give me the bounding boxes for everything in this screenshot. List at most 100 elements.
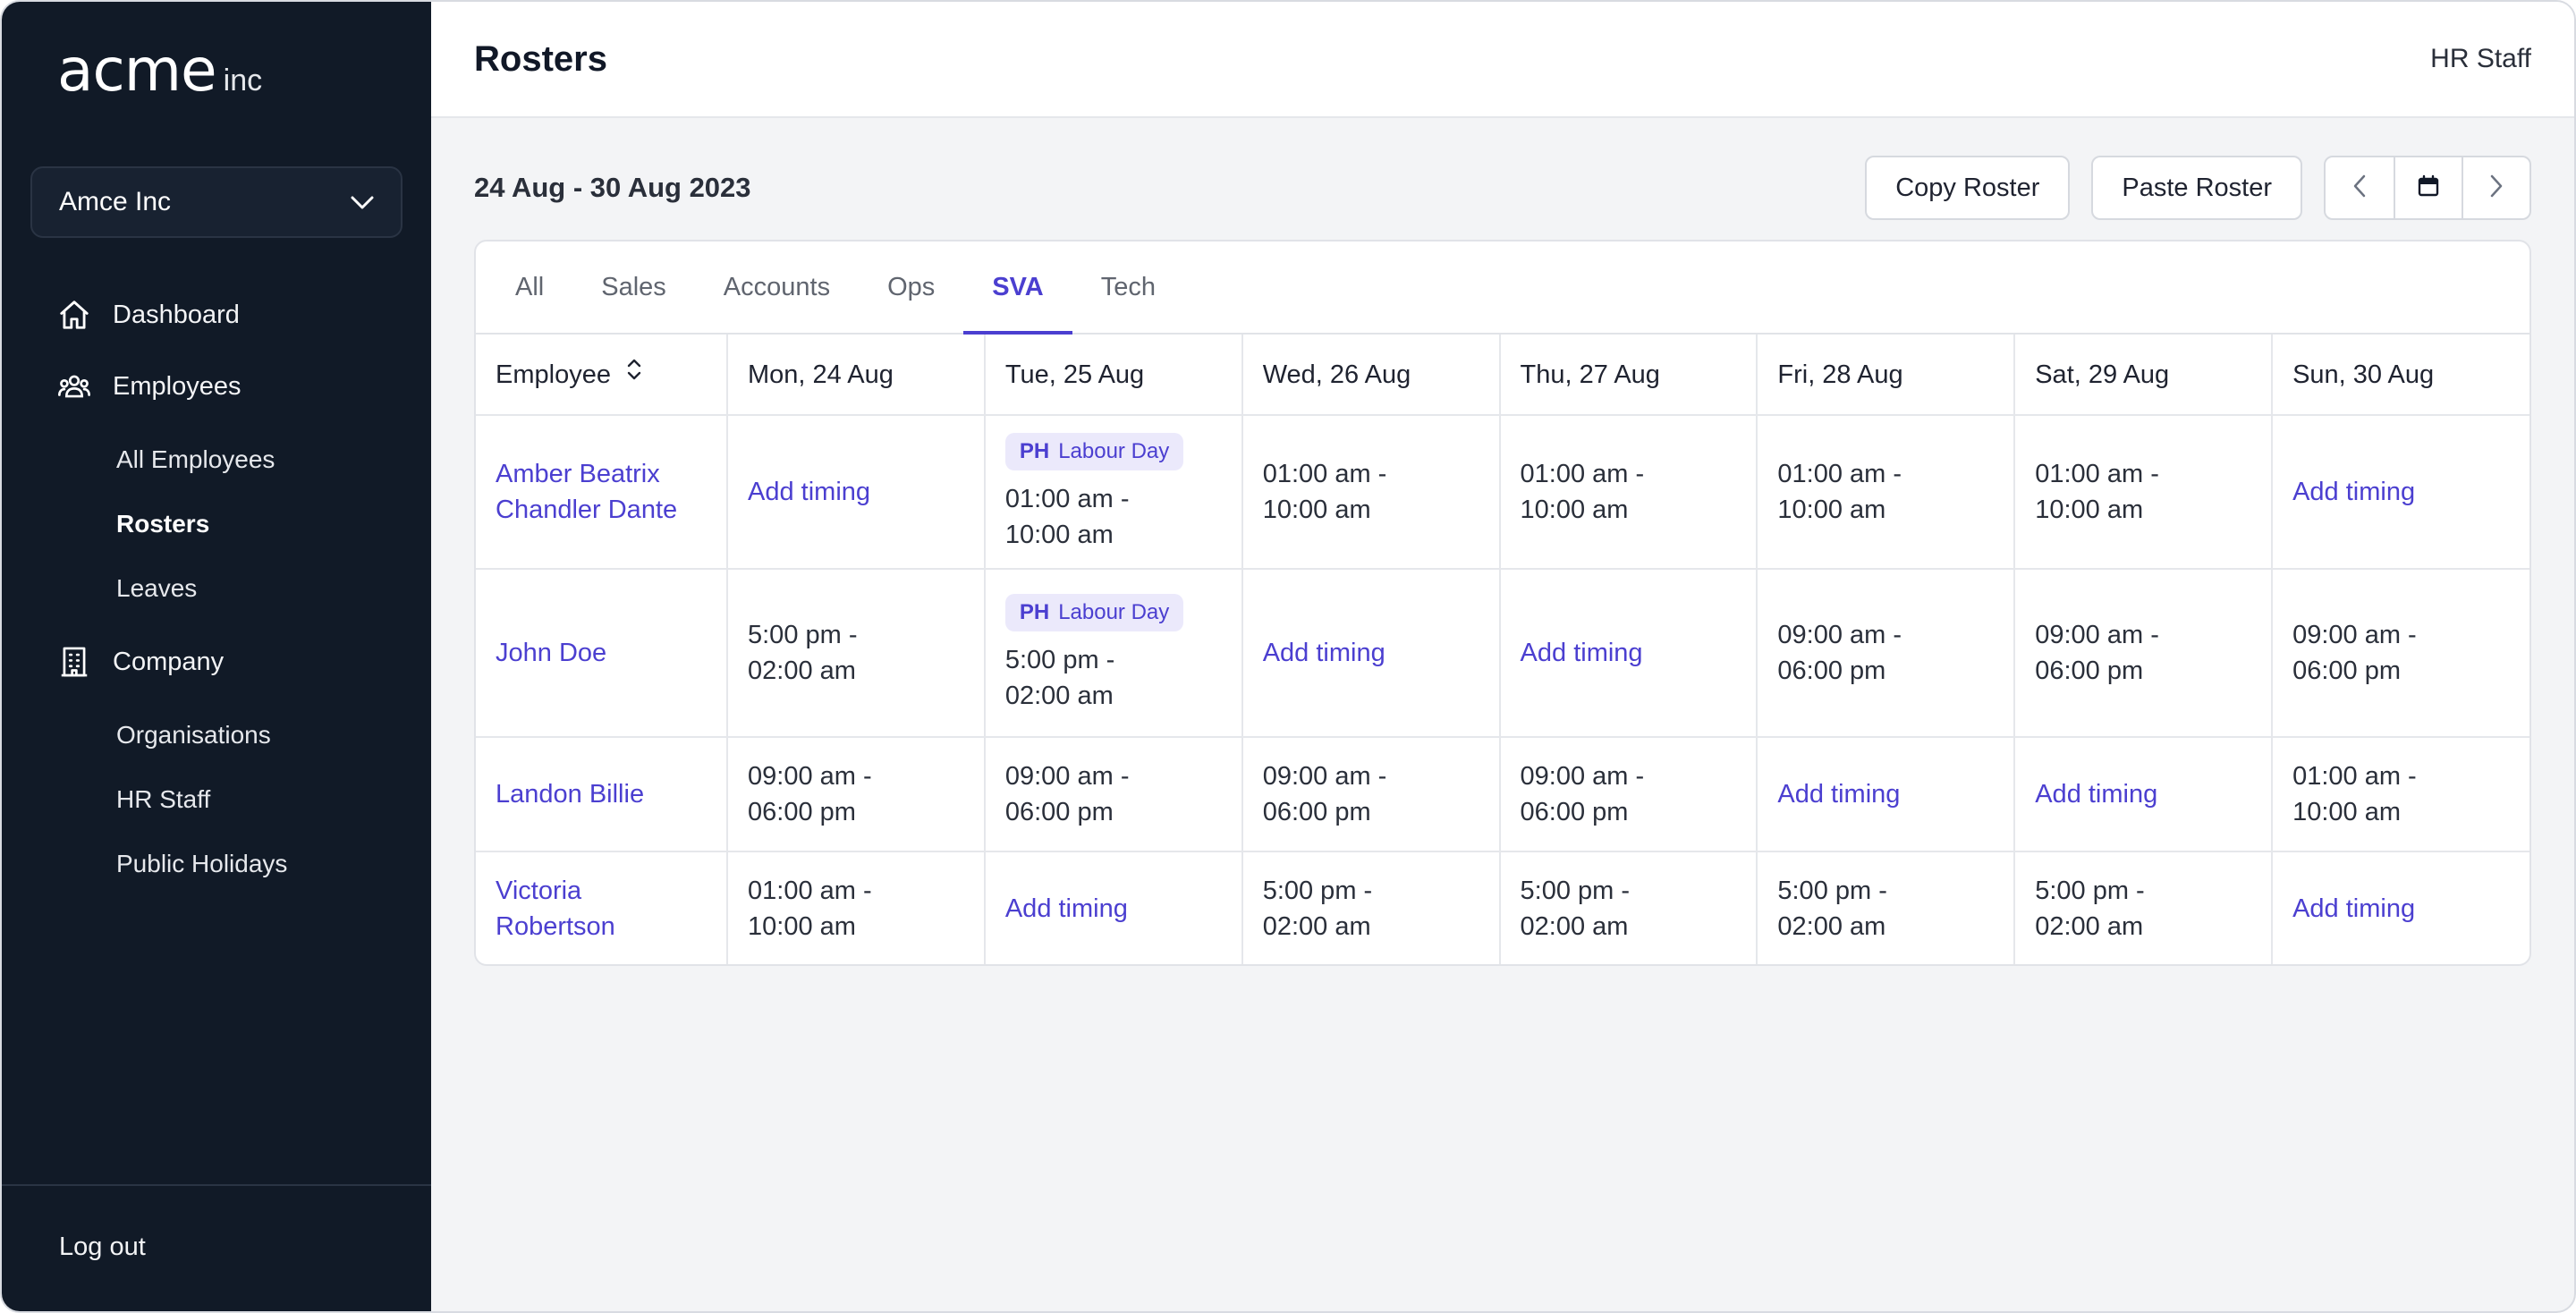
shift-end: 06:00 pm: [2035, 656, 2144, 685]
sidebar-item-rosters[interactable]: Rosters: [2, 492, 431, 556]
employee-name-link[interactable]: Landon Billie: [496, 780, 644, 809]
table-row: Landon Billie 09:00 am -06:00 pm 09:00 am …: [476, 737, 2529, 852]
shift-start: 09:00 am -: [1520, 762, 1645, 791]
shift-time[interactable]: 09:00 am - 06:00 pm: [1777, 621, 1902, 685]
shift-time[interactable]: 5:00 pm - 02:00 am: [1263, 877, 1373, 941]
calendar-icon: [2417, 174, 2440, 202]
shift-time[interactable]: 01:00 am - 10:00 am: [748, 877, 872, 941]
employee-name-link[interactable]: Victoria Robertson: [496, 877, 615, 941]
shift-start: 5:00 pm -: [1004, 645, 1115, 674]
next-week-button[interactable]: [2462, 157, 2529, 218]
sort-icon: [625, 356, 643, 393]
add-timing-link[interactable]: Add timing: [1263, 639, 1385, 667]
app-window: acme inc Amce Inc Dashboard Employees Al…: [0, 0, 2576, 1313]
employee-cell: Victoria Robertson: [476, 851, 728, 964]
shift-end: 06:00 pm: [1520, 798, 1629, 826]
tab-all[interactable]: All: [487, 241, 572, 333]
employee-name-line: Landon Billie: [496, 780, 645, 809]
day-column-header: Tue, 25 Aug: [984, 335, 1243, 416]
sidebar-item-dashboard[interactable]: Dashboard: [2, 279, 431, 351]
shift-time[interactable]: 5:00 pm - 02:00 am: [748, 621, 858, 685]
sidebar-item-hr-staff[interactable]: HR Staff: [2, 767, 431, 832]
shift-cell: Add timing: [2014, 737, 2274, 852]
sidebar-item-label: Company: [113, 647, 225, 676]
shift-time[interactable]: 5:00 pm - 02:00 am: [2035, 877, 2145, 941]
shift-time[interactable]: 09:00 am - 06:00 pm: [2035, 621, 2159, 685]
shift-time[interactable]: 09:00 am - 06:00 pm: [1005, 762, 1130, 826]
holiday-tag: PH: [1019, 438, 1050, 463]
paste-roster-button[interactable]: Paste Roster: [2091, 156, 2302, 220]
shift-cell: 5:00 pm - 02:00 am: [1241, 851, 1501, 964]
shift-end: 02:00 am: [2035, 911, 2144, 941]
shift-start: 5:00 pm -: [748, 621, 858, 649]
shift-cell: 01:00 am - 10:00 am: [2272, 737, 2529, 852]
shift-start: 09:00 am -: [2292, 621, 2417, 649]
logout-link[interactable]: Log out: [59, 1233, 146, 1262]
day-column-header: Fri, 28 Aug: [1757, 335, 2016, 416]
shift-start: 01:00 am -: [2035, 460, 2159, 488]
employee-column-header[interactable]: Employee: [476, 335, 728, 416]
shift-time[interactable]: 01:00 am - 10:00 am: [1005, 485, 1130, 549]
shift-end: 10:00 am: [1777, 496, 1886, 524]
shift-time[interactable]: 01:00 am - 10:00 am: [1777, 460, 1902, 524]
add-timing-link[interactable]: Add timing: [2292, 894, 2415, 923]
sidebar-item-leaves[interactable]: Leaves: [2, 556, 431, 621]
sidebar-item-employees[interactable]: Employees: [2, 351, 431, 422]
day-column-header: Sun, 30 Aug: [2272, 335, 2529, 416]
calendar-button[interactable]: [2394, 157, 2462, 218]
tab-ops[interactable]: Ops: [859, 241, 963, 333]
roster-toolbar: 24 Aug - 30 Aug 2023 Copy Roster Paste R…: [474, 156, 2531, 220]
shift-time[interactable]: 01:00 am - 10:00 am: [2292, 762, 2417, 826]
shift-cell: Add timing: [1757, 737, 2016, 852]
employee-name-line: John Doe: [496, 639, 607, 667]
tab-sales[interactable]: Sales: [572, 241, 695, 333]
employee-name-link[interactable]: Amber Beatrix Chandler Dante: [496, 460, 677, 524]
shift-time[interactable]: 5:00 pm - 02:00 am: [1777, 877, 1887, 941]
shift-cell: PH Labour Day 5:00 pm - 02:00 am: [984, 569, 1243, 738]
shift-end: 02:00 am: [1004, 681, 1114, 710]
logo-suffix: inc: [223, 64, 263, 97]
shift-time[interactable]: 01:00 am - 10:00 am: [2035, 460, 2159, 524]
sidebar-item-all-employees[interactable]: All Employees: [2, 428, 431, 492]
employee-cell: John Doe: [476, 569, 728, 738]
shift-cell: 01:00 am - 10:00 am: [1757, 415, 2016, 570]
employee-cell: Amber Beatrix Chandler Dante: [476, 415, 728, 570]
shift-time[interactable]: 09:00 am - 06:00 pm: [1263, 762, 1387, 826]
tab-tech[interactable]: Tech: [1072, 241, 1184, 333]
employee-name-line: Chandler Dante: [496, 496, 678, 524]
shift-time[interactable]: 09:00 am - 06:00 pm: [2292, 621, 2417, 685]
shift-time[interactable]: 01:00 am - 10:00 am: [1263, 460, 1387, 524]
sidebar-item-public-holidays[interactable]: Public Holidays: [2, 832, 431, 896]
table-row: Victoria Robertson 01:00 am - 10:00 am Add t…: [476, 851, 2529, 964]
shift-start: 01:00 am -: [1777, 460, 1902, 488]
add-timing-link[interactable]: Add timing: [1777, 780, 1900, 809]
add-timing-link[interactable]: Add timing: [1005, 894, 1128, 923]
add-timing-link[interactable]: Add timing: [2292, 478, 2415, 506]
shift-time[interactable]: 5:00 pm - 02:00 am: [1521, 877, 1631, 941]
sidebar-item-company[interactable]: Company: [2, 626, 431, 698]
shift-cell: 5:00 pm - 02:00 am: [1757, 851, 2016, 964]
previous-week-button[interactable]: [2326, 157, 2394, 218]
holiday-name: Labour Day: [1058, 599, 1170, 624]
tab-sva[interactable]: SVA: [963, 241, 1073, 335]
shift-cell: 09:00 am - 06:00 pm: [1241, 737, 1501, 852]
add-timing-link[interactable]: Add timing: [748, 478, 870, 506]
table-row: John Doe 5:00 pm - 02:00 am PH Labour Day 5:0…: [476, 569, 2529, 738]
organisation-select[interactable]: Amce Inc: [30, 166, 402, 238]
shift-time[interactable]: 5:00 pm - 02:00 am: [1005, 646, 1115, 710]
copy-roster-button[interactable]: Copy Roster: [1865, 156, 2071, 220]
sidebar-item-organisations[interactable]: Organisations: [2, 703, 431, 767]
employee-name-link[interactable]: John Doe: [496, 639, 606, 667]
employee-name-line: Victoria: [496, 876, 582, 905]
user-role-label[interactable]: HR Staff: [2430, 44, 2531, 74]
shift-time[interactable]: 09:00 am - 06:00 pm: [1521, 762, 1645, 826]
shift-start: 5:00 pm -: [1777, 876, 1887, 905]
shift-time[interactable]: 01:00 am - 10:00 am: [1521, 460, 1645, 524]
add-timing-link[interactable]: Add timing: [2035, 780, 2157, 809]
shift-time[interactable]: 09:00 am - 06:00 pm: [748, 762, 872, 826]
add-timing-link[interactable]: Add timing: [1521, 639, 1643, 667]
chevron-right-icon: [2490, 174, 2503, 202]
shift-cell: 09:00 am - 06:00 pm: [1499, 737, 1758, 852]
acme-logo: acme inc: [57, 41, 262, 100]
tab-accounts[interactable]: Accounts: [695, 241, 859, 333]
